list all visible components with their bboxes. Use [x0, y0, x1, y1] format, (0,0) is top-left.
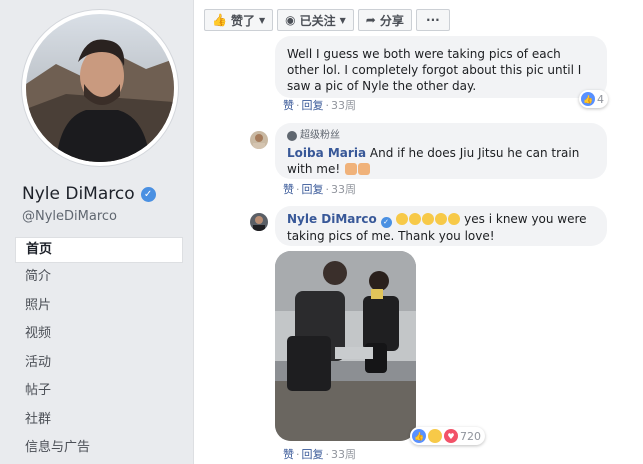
flexed-biceps-emoji-icon: [357, 163, 370, 175]
follow-label: 已关注: [299, 13, 336, 28]
like-reaction-icon: 👍: [581, 92, 595, 106]
verified-badge-icon: ✓: [380, 216, 392, 228]
nav-item-about[interactable]: 简介: [15, 263, 183, 292]
like-page-label: 赞了: [230, 13, 255, 28]
reaction-count: 4: [597, 92, 604, 106]
chevron-down-icon: ▼: [339, 15, 346, 25]
nav-item-events[interactable]: 活动: [15, 349, 183, 378]
laughing-emoji-icon: [396, 213, 409, 225]
like-link[interactable]: 赞: [283, 183, 294, 196]
comment-time[interactable]: 33周: [331, 183, 356, 196]
comment-author[interactable]: Nyle DiMarco: [287, 212, 377, 226]
laughing-emoji-icon: [448, 213, 461, 225]
nav-item-photos[interactable]: 照片: [15, 292, 183, 321]
reply-link[interactable]: 回复: [302, 99, 324, 112]
profile-avatar[interactable]: [22, 10, 178, 166]
share-button[interactable]: ➦ 分享: [357, 9, 412, 31]
like-link[interactable]: 赞: [283, 448, 294, 461]
like-link[interactable]: 赞: [283, 99, 294, 112]
commenter-avatar[interactable]: [250, 213, 268, 231]
laughing-emoji-icon: [435, 213, 448, 225]
profile-handle[interactable]: @NyleDiMarco: [22, 209, 117, 224]
chevron-down-icon: ▼: [258, 15, 266, 25]
verified-badge-icon: ✓: [140, 186, 156, 202]
comment-bubble: Nyle DiMarco ✓ yes i knew you were takin…: [275, 206, 607, 246]
more-options-button[interactable]: ···: [415, 9, 450, 31]
fan-badge-icon: [287, 131, 297, 141]
profile-sidebar: Nyle DiMarco ✓ @NyleDiMarco 首页 简介 照片 视频 …: [0, 0, 193, 464]
share-label: 分享: [379, 13, 404, 28]
more-dots-icon: ···: [426, 13, 440, 27]
commenter-avatar[interactable]: [250, 131, 268, 149]
follow-button[interactable]: ◉ 已关注 ▼: [277, 9, 354, 31]
thumbs-up-icon: 👍: [212, 13, 227, 27]
share-arrow-icon: ➦: [365, 13, 376, 27]
page-action-bar: 👍 赞了 ▼ ◉ 已关注 ▼ ➦ 分享 ···: [204, 9, 450, 31]
laughing-emoji-icon: [422, 213, 435, 225]
rss-icon: ◉: [285, 13, 296, 27]
comment-bubble: Well I guess we both were taking pics of…: [275, 36, 607, 98]
nav-item-posts[interactable]: 帖子: [15, 377, 183, 406]
reply-link[interactable]: 回复: [302, 183, 324, 196]
nav-item-info-ads[interactable]: 信息与广告: [15, 434, 183, 463]
like-reaction-icon: 👍: [412, 429, 426, 443]
nav-item-home[interactable]: 首页: [15, 237, 183, 263]
comment-actions: 赞 · 回复 · 33周: [283, 183, 356, 196]
comment-time[interactable]: 33周: [331, 448, 356, 461]
comment-text: Well I guess we both were taking pics of…: [287, 47, 582, 93]
comment-actions: 赞 · 回复 · 33周: [283, 448, 356, 461]
reaction-count: 720: [460, 429, 481, 443]
profile-name[interactable]: Nyle DiMarco ✓: [22, 184, 156, 204]
profile-name-text[interactable]: Nyle DiMarco: [22, 184, 135, 204]
nav-item-community[interactable]: 社群: [15, 406, 183, 435]
like-page-button[interactable]: 👍 赞了 ▼: [204, 9, 274, 31]
top-fan-badge: 超级粉丝: [287, 128, 595, 144]
reaction-summary[interactable]: 👍 4: [579, 90, 608, 108]
comment-bubble: 超级粉丝 Loiba Maria And if he does Jiu Jits…: [275, 123, 607, 179]
comment-author[interactable]: Loiba Maria: [287, 146, 366, 160]
laughing-emoji-icon: [409, 213, 422, 225]
nav-item-videos[interactable]: 视频: [15, 320, 183, 349]
page-nav: 首页 简介 照片 视频 活动 帖子 社群 信息与广告: [15, 237, 183, 463]
haha-reaction-icon: [428, 429, 442, 443]
flexed-biceps-emoji-icon: [344, 163, 357, 175]
subway-photo: [275, 251, 416, 441]
comment-time[interactable]: 33周: [331, 99, 356, 112]
fan-badge-label: 超级粉丝: [300, 130, 340, 141]
profile-photo: [26, 14, 174, 162]
comment-photo[interactable]: [275, 251, 416, 441]
love-reaction-icon: ♥: [444, 429, 458, 443]
reaction-summary[interactable]: 👍 ♥ 720: [410, 427, 485, 445]
reply-link[interactable]: 回复: [302, 448, 324, 461]
comment-actions: 赞 · 回复 · 33周: [283, 99, 356, 112]
